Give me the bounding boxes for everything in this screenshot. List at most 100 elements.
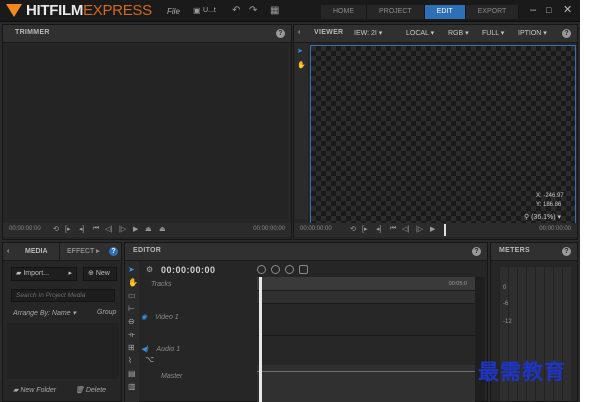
editor-header: EDITOR ? bbox=[125, 243, 487, 261]
play-icon[interactable]: ▶ bbox=[133, 225, 138, 233]
arrange-select[interactable]: Arrange By: Name ▾ bbox=[13, 309, 76, 317]
eye-icon[interactable]: ◉ bbox=[141, 314, 147, 321]
hitfilm-window: HITFILMEXPRESS File ▣ U...t ↶ ↷ ▦ HOME P… bbox=[0, 0, 580, 402]
viewer-panel: ‹ VIEWER IEW: 2I ▾ LOCAL ▾ RGB ▾ FULL ▾ … bbox=[293, 24, 578, 240]
tab-media[interactable]: MEDIA bbox=[25, 243, 48, 261]
channel-select[interactable]: RGB ▾ bbox=[448, 28, 469, 40]
select-tool-icon[interactable]: ➤ bbox=[128, 265, 135, 274]
volume-icon[interactable]: ⌥ bbox=[145, 355, 154, 364]
space-select[interactable]: LOCAL ▾ bbox=[406, 28, 434, 40]
collapse-icon[interactable]: ‹ bbox=[7, 243, 9, 261]
new-button[interactable]: ⊕ New bbox=[83, 267, 117, 281]
grid-icon[interactable]: ▦ bbox=[270, 5, 279, 17]
collapse-icon[interactable]: ‹ bbox=[298, 29, 301, 36]
editor-tools: ➤ ✋ ▭ ⊢ ⊖ ⟛ ⊞ ⌇ ▤ ▥ bbox=[125, 261, 139, 402]
trimmer-transport: 00:00:00:00 ⟲ [▸ ◂] ⏮ ◁| |▷ ▶ ⏏ ⏏ 00:00:… bbox=[3, 223, 291, 237]
ripple-tool-icon[interactable]: ⊖ bbox=[128, 317, 135, 326]
overlay-icon[interactable]: ⏏ bbox=[159, 225, 166, 233]
rate-tool-icon[interactable]: ⊞ bbox=[128, 343, 135, 352]
viewer-scrub-head[interactable] bbox=[444, 224, 446, 236]
options-select[interactable]: IPTION ▾ bbox=[518, 28, 547, 40]
hand-tool-icon[interactable]: ✋ bbox=[297, 61, 306, 69]
hitfilm-logo-icon bbox=[6, 4, 22, 17]
viewer-title: VIEWER bbox=[314, 29, 344, 36]
import-button[interactable]: ▰ Import... ▸ bbox=[11, 267, 77, 281]
viewer-transport: 00:00:00:00 ⟲ [▸ ◂] ⏮ ◁| |▷ ▶ 00:00:00:0… bbox=[294, 223, 577, 237]
viewer-canvas[interactable] bbox=[310, 45, 576, 227]
lock-tool-icon[interactable]: ▤ bbox=[128, 369, 136, 378]
app-logo: HITFILMEXPRESS bbox=[26, 2, 152, 19]
close-icon[interactable]: ✕ bbox=[563, 4, 572, 16]
timeline[interactable]: 00:05:0 bbox=[257, 277, 475, 402]
redo-icon[interactable]: ↷ bbox=[249, 5, 257, 17]
undo-icon[interactable]: ↶ bbox=[232, 5, 240, 17]
delete-button[interactable]: 🗑︎ Delete bbox=[75, 386, 106, 394]
loop-icon[interactable]: ⟲ bbox=[350, 225, 356, 233]
help-icon[interactable]: ? bbox=[276, 29, 285, 38]
slice-tool-icon[interactable]: ▭ bbox=[128, 291, 136, 300]
export-marker-icon[interactable] bbox=[285, 265, 294, 274]
trimmer-timecode-out: 00:00:00:00 bbox=[253, 226, 285, 232]
audio-track-lane[interactable] bbox=[257, 335, 475, 365]
set-in-icon[interactable]: [▸ bbox=[65, 225, 70, 233]
set-in-icon[interactable]: [▸ bbox=[362, 225, 367, 233]
help-icon[interactable]: ? bbox=[562, 247, 571, 256]
step-forward-icon[interactable]: |▷ bbox=[416, 225, 423, 233]
set-out-icon[interactable]: ◂] bbox=[79, 225, 84, 233]
editor-panel: EDITOR ? ➤ ✋ ▭ ⊢ ⊖ ⟛ ⊞ ⌇ ▤ ▥ ⚙ 00:00:00:… bbox=[124, 242, 488, 402]
step-forward-icon[interactable]: |▷ bbox=[119, 225, 126, 233]
coord-y: Y: 186.86 bbox=[536, 202, 562, 208]
editor-title: EDITOR bbox=[133, 247, 162, 254]
snap-tool-icon[interactable]: ⌇ bbox=[128, 356, 132, 365]
zoom-control[interactable]: ⚲ (36.1%) ▾ bbox=[524, 213, 561, 221]
timeline-ruler[interactable]: 00:05:0 bbox=[257, 277, 475, 291]
roll-tool-icon[interactable]: ⟛ bbox=[128, 330, 135, 339]
new-folder-button[interactable]: ▰ New Folder bbox=[13, 386, 56, 394]
project-name[interactable]: U...t bbox=[203, 7, 216, 14]
fit-icon[interactable] bbox=[299, 265, 308, 274]
select-tool-icon[interactable]: ➤ bbox=[297, 47, 303, 55]
media-list[interactable] bbox=[7, 323, 119, 379]
ruler-timecode: 00:05:0 bbox=[448, 281, 467, 287]
quality-select[interactable]: FULL ▾ bbox=[482, 28, 504, 40]
tab-effects[interactable]: EFFECT ▸ bbox=[67, 243, 100, 261]
tab-project[interactable]: PROJECT bbox=[367, 5, 425, 19]
meter-label-0: 0 bbox=[503, 285, 507, 291]
coord-x: X: -246.97 bbox=[536, 193, 564, 199]
slip-tool-icon[interactable]: ⊢ bbox=[128, 304, 135, 313]
help-icon[interactable]: ? bbox=[472, 247, 481, 256]
save-icon[interactable]: ▣ bbox=[193, 5, 201, 17]
minimize-icon[interactable]: – bbox=[530, 4, 536, 16]
file-menu[interactable]: File bbox=[167, 7, 180, 16]
step-back-icon[interactable]: ◁| bbox=[402, 225, 409, 233]
go-start-icon[interactable]: ⏮ bbox=[390, 225, 396, 233]
settings-icon[interactable]: ⚙ bbox=[146, 265, 153, 274]
speaker-icon[interactable]: ◀) bbox=[141, 346, 149, 353]
help-icon[interactable]: ? bbox=[109, 247, 118, 256]
hand-tool-icon[interactable]: ✋ bbox=[128, 278, 138, 287]
tab-export[interactable]: EXPORT bbox=[465, 5, 520, 19]
folder-icon: ▰ bbox=[16, 270, 22, 277]
help-icon[interactable]: ? bbox=[562, 29, 571, 38]
play-icon[interactable]: ▶ bbox=[430, 225, 435, 233]
step-back-icon[interactable]: ◁| bbox=[105, 225, 112, 233]
playhead[interactable] bbox=[259, 277, 262, 402]
set-out-icon[interactable]: ◂] bbox=[376, 225, 381, 233]
media-search-input[interactable]: Search In Project Media bbox=[11, 289, 115, 302]
maximize-icon[interactable]: □ bbox=[546, 4, 551, 16]
viewer-header: ‹ VIEWER IEW: 2I ▾ LOCAL ▾ RGB ▾ FULL ▾ … bbox=[294, 25, 577, 43]
loop-icon[interactable]: ⟲ bbox=[53, 225, 59, 233]
add-marker-icon[interactable] bbox=[257, 265, 266, 274]
insert-icon[interactable]: ⏏ bbox=[145, 225, 152, 233]
tab-edit[interactable]: EDIT bbox=[424, 5, 466, 19]
viewer-tools: ➤ ✋ bbox=[294, 43, 308, 219]
tab-home[interactable]: HOME bbox=[321, 5, 367, 19]
group-select[interactable]: Group bbox=[97, 309, 116, 316]
go-start-icon[interactable]: ⏮ bbox=[93, 225, 99, 233]
video-track-header: ◉ Video 1 bbox=[141, 314, 179, 321]
track-tool-icon[interactable]: ▥ bbox=[128, 382, 136, 391]
add-keyframe-icon[interactable] bbox=[271, 265, 280, 274]
video-track-lane[interactable] bbox=[257, 303, 475, 335]
view-select[interactable]: IEW: 2I ▾ bbox=[354, 28, 382, 40]
add-icon: ⊕ bbox=[88, 270, 94, 277]
